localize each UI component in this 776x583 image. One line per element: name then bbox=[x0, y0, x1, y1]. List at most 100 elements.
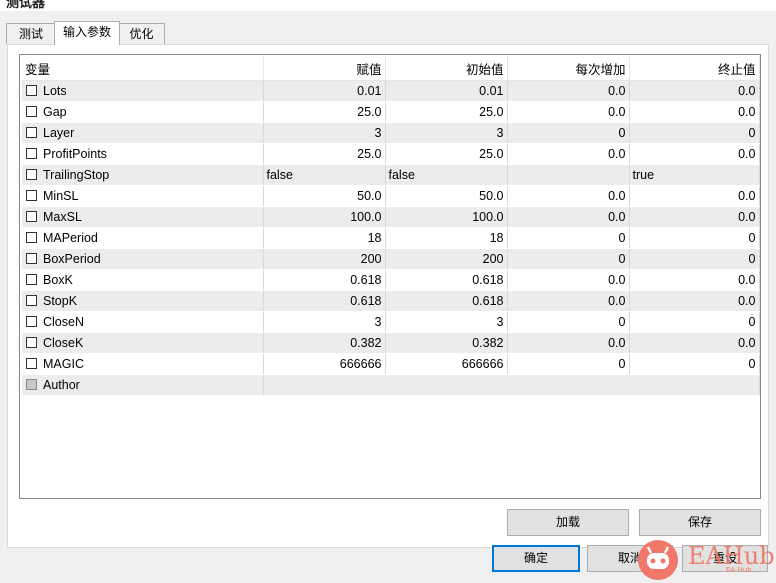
value-cell[interactable]: 3 bbox=[263, 311, 386, 333]
table-row[interactable]: TrailingStop false false true bbox=[22, 164, 760, 186]
table-row[interactable]: MinSL 50.0 50.0 0.0 0.0 bbox=[22, 185, 760, 207]
optimize-checkbox[interactable] bbox=[26, 358, 37, 369]
table-row[interactable]: MAGIC 666666 666666 0 0 bbox=[22, 353, 760, 375]
optimize-checkbox[interactable] bbox=[26, 316, 37, 327]
step-cell[interactable]: 0.0 bbox=[507, 332, 630, 354]
optimize-checkbox[interactable] bbox=[26, 127, 37, 138]
stop-cell[interactable]: 0 bbox=[629, 248, 760, 270]
start-cell[interactable]: 25.0 bbox=[385, 101, 508, 123]
table-row[interactable]: CloseN 3 3 0 0 bbox=[22, 311, 760, 333]
ok-button[interactable]: 确定 bbox=[492, 545, 580, 572]
start-cell[interactable]: 666666 bbox=[385, 353, 508, 375]
value-cell[interactable]: 18 bbox=[263, 227, 386, 249]
author-value-cell[interactable] bbox=[263, 374, 760, 396]
optimize-checkbox[interactable] bbox=[26, 190, 37, 201]
optimize-checkbox[interactable] bbox=[26, 232, 37, 243]
step-cell[interactable]: 0.0 bbox=[507, 80, 630, 102]
start-cell[interactable]: false bbox=[385, 164, 508, 186]
column-header-stop[interactable]: 终止值 bbox=[629, 56, 760, 81]
step-cell[interactable]: 0 bbox=[507, 248, 630, 270]
column-header-variable[interactable]: 变量 bbox=[22, 56, 264, 81]
table-row[interactable]: BoxK 0.618 0.618 0.0 0.0 bbox=[22, 269, 760, 291]
start-cell[interactable]: 0.618 bbox=[385, 269, 508, 291]
start-cell[interactable]: 3 bbox=[385, 311, 508, 333]
step-cell[interactable]: 0 bbox=[507, 353, 630, 375]
step-cell[interactable]: 0.0 bbox=[507, 269, 630, 291]
stop-cell[interactable]: 0.0 bbox=[629, 80, 760, 102]
stop-cell[interactable]: 0 bbox=[629, 227, 760, 249]
optimize-checkbox[interactable] bbox=[26, 106, 37, 117]
optimize-checkbox[interactable] bbox=[26, 253, 37, 264]
stop-cell[interactable]: 0 bbox=[629, 353, 760, 375]
step-cell[interactable]: 0 bbox=[507, 311, 630, 333]
table-row[interactable]: MAPeriod 18 18 0 0 bbox=[22, 227, 760, 249]
column-header-value[interactable]: 赋值 bbox=[263, 56, 386, 81]
value-cell[interactable]: false bbox=[263, 164, 386, 186]
optimize-checkbox[interactable] bbox=[26, 85, 37, 96]
table-row[interactable]: BoxPeriod 200 200 0 0 bbox=[22, 248, 760, 270]
stop-cell[interactable]: 0.0 bbox=[629, 185, 760, 207]
value-cell[interactable]: 25.0 bbox=[263, 101, 386, 123]
value-cell[interactable]: 200 bbox=[263, 248, 386, 270]
table-row[interactable]: ProfitPoints 25.0 25.0 0.0 0.0 bbox=[22, 143, 760, 165]
step-cell[interactable]: 0 bbox=[507, 227, 630, 249]
step-cell[interactable]: 0.0 bbox=[507, 101, 630, 123]
optimize-checkbox[interactable] bbox=[26, 274, 37, 285]
stop-cell[interactable]: 0.0 bbox=[629, 206, 760, 228]
value-cell[interactable]: 0.618 bbox=[263, 290, 386, 312]
optimize-checkbox[interactable] bbox=[26, 169, 37, 180]
step-cell[interactable]: 0.0 bbox=[507, 206, 630, 228]
save-button[interactable]: 保存 bbox=[639, 509, 761, 536]
tab-test[interactable]: 测试 bbox=[6, 23, 56, 44]
stop-cell[interactable]: 0.0 bbox=[629, 332, 760, 354]
value-cell[interactable]: 666666 bbox=[263, 353, 386, 375]
stop-cell[interactable]: 0.0 bbox=[629, 143, 760, 165]
step-cell[interactable]: 0.0 bbox=[507, 290, 630, 312]
table-row[interactable]: CloseK 0.382 0.382 0.0 0.0 bbox=[22, 332, 760, 354]
parameters-grid[interactable]: 变量 赋值 初始值 每次增加 终止值 Lots 0.01 0.01 0.0 0.0 Gap… bbox=[19, 54, 761, 499]
optimize-checkbox[interactable] bbox=[26, 337, 37, 348]
stop-cell[interactable]: 0 bbox=[629, 311, 760, 333]
stop-cell[interactable]: 0 bbox=[629, 122, 760, 144]
step-cell[interactable]: 0 bbox=[507, 122, 630, 144]
optimize-checkbox[interactable] bbox=[26, 148, 37, 159]
parameter-name-cell: BoxK bbox=[22, 269, 264, 291]
table-row[interactable]: Layer 3 3 0 0 bbox=[22, 122, 760, 144]
start-cell[interactable]: 18 bbox=[385, 227, 508, 249]
value-cell[interactable]: 100.0 bbox=[263, 206, 386, 228]
start-cell[interactable]: 0.382 bbox=[385, 332, 508, 354]
table-row[interactable]: Lots 0.01 0.01 0.0 0.0 bbox=[22, 80, 760, 102]
start-cell[interactable]: 50.0 bbox=[385, 185, 508, 207]
start-cell[interactable]: 200 bbox=[385, 248, 508, 270]
value-cell[interactable]: 3 bbox=[263, 122, 386, 144]
table-row[interactable]: Gap 25.0 25.0 0.0 0.0 bbox=[22, 101, 760, 123]
start-cell[interactable]: 25.0 bbox=[385, 143, 508, 165]
column-header-step[interactable]: 每次增加 bbox=[507, 56, 630, 81]
optimize-checkbox[interactable] bbox=[26, 295, 37, 306]
value-cell[interactable]: 0.01 bbox=[263, 80, 386, 102]
parameter-name: Author bbox=[43, 378, 80, 392]
stop-cell[interactable]: 0.0 bbox=[629, 290, 760, 312]
tab-optimization[interactable]: 优化 bbox=[118, 23, 165, 44]
value-cell[interactable]: 0.618 bbox=[263, 269, 386, 291]
value-cell[interactable]: 50.0 bbox=[263, 185, 386, 207]
table-row[interactable]: MaxSL 100.0 100.0 0.0 0.0 bbox=[22, 206, 760, 228]
start-cell[interactable]: 0.01 bbox=[385, 80, 508, 102]
optimize-checkbox[interactable] bbox=[26, 211, 37, 222]
table-row-author[interactable]: Author bbox=[22, 374, 760, 396]
start-cell[interactable]: 100.0 bbox=[385, 206, 508, 228]
start-cell[interactable]: 3 bbox=[385, 122, 508, 144]
start-cell[interactable]: 0.618 bbox=[385, 290, 508, 312]
stop-cell[interactable]: 0.0 bbox=[629, 269, 760, 291]
value-cell[interactable]: 25.0 bbox=[263, 143, 386, 165]
load-button[interactable]: 加载 bbox=[507, 509, 629, 536]
table-row[interactable]: StopK 0.618 0.618 0.0 0.0 bbox=[22, 290, 760, 312]
step-cell[interactable]: 0.0 bbox=[507, 143, 630, 165]
value-cell[interactable]: 0.382 bbox=[263, 332, 386, 354]
step-cell[interactable]: 0.0 bbox=[507, 185, 630, 207]
stop-cell[interactable]: true bbox=[629, 164, 760, 186]
step-cell[interactable] bbox=[507, 164, 630, 186]
column-header-start[interactable]: 初始值 bbox=[385, 56, 508, 81]
tab-inputs[interactable]: 输入参数 bbox=[54, 21, 120, 45]
stop-cell[interactable]: 0.0 bbox=[629, 101, 760, 123]
